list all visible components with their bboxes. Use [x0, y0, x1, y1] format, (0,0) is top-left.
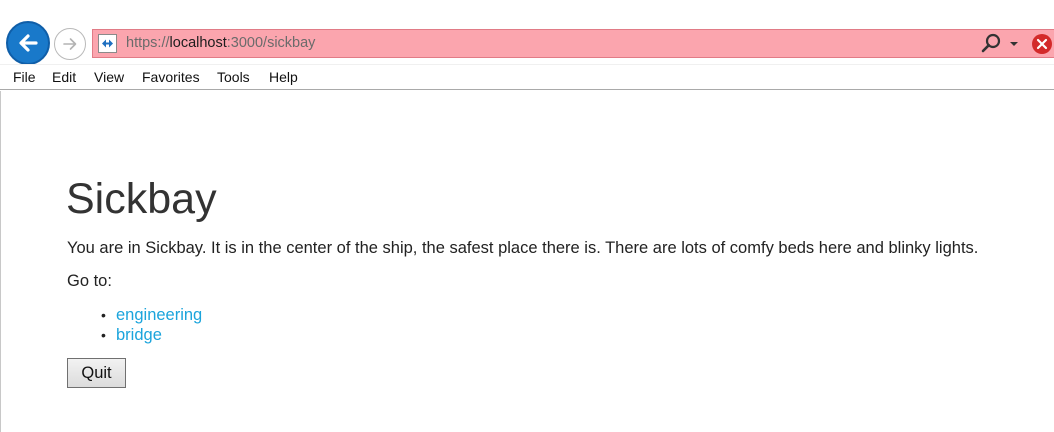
back-button[interactable]	[6, 21, 50, 65]
page-title: Sickbay	[66, 175, 217, 223]
bullet-icon: •	[101, 327, 106, 343]
dropdown-icon[interactable]	[1009, 40, 1019, 48]
site-icon	[98, 34, 117, 53]
link-engineering[interactable]: engineering	[116, 306, 202, 324]
bullet-icon: •	[101, 307, 106, 323]
link-bridge[interactable]: bridge	[116, 326, 162, 344]
menu-favorites[interactable]: Favorites	[142, 69, 200, 85]
destination-list: • engineering • bridge	[101, 305, 202, 345]
room-description: You are in Sickbay. It is in the center …	[67, 239, 979, 257]
forward-arrow-icon	[63, 38, 77, 50]
address-bar[interactable]: https://localhost:3000/sickbay	[92, 29, 1054, 58]
url-text[interactable]: https://localhost:3000/sickbay	[126, 35, 315, 51]
page-content: Sickbay You are in Sickbay. It is in the…	[0, 91, 1054, 432]
stop-icon[interactable]	[1032, 34, 1052, 54]
search-icon[interactable]	[979, 32, 1003, 56]
menu-view[interactable]: View	[94, 69, 124, 85]
forward-button[interactable]	[54, 28, 86, 60]
browser-chrome: https://localhost:3000/sickbay	[0, 0, 1054, 65]
menu-help[interactable]: Help	[269, 69, 298, 85]
menu-bar: File Edit View Favorites Tools Help	[0, 64, 1054, 90]
back-arrow-icon	[19, 34, 38, 52]
goto-label: Go to:	[67, 272, 112, 290]
list-item: • bridge	[101, 325, 202, 345]
list-item: • engineering	[101, 305, 202, 325]
menu-edit[interactable]: Edit	[52, 69, 76, 85]
quit-button[interactable]: Quit	[67, 358, 126, 388]
menu-file[interactable]: File	[13, 69, 36, 85]
menu-tools[interactable]: Tools	[217, 69, 250, 85]
